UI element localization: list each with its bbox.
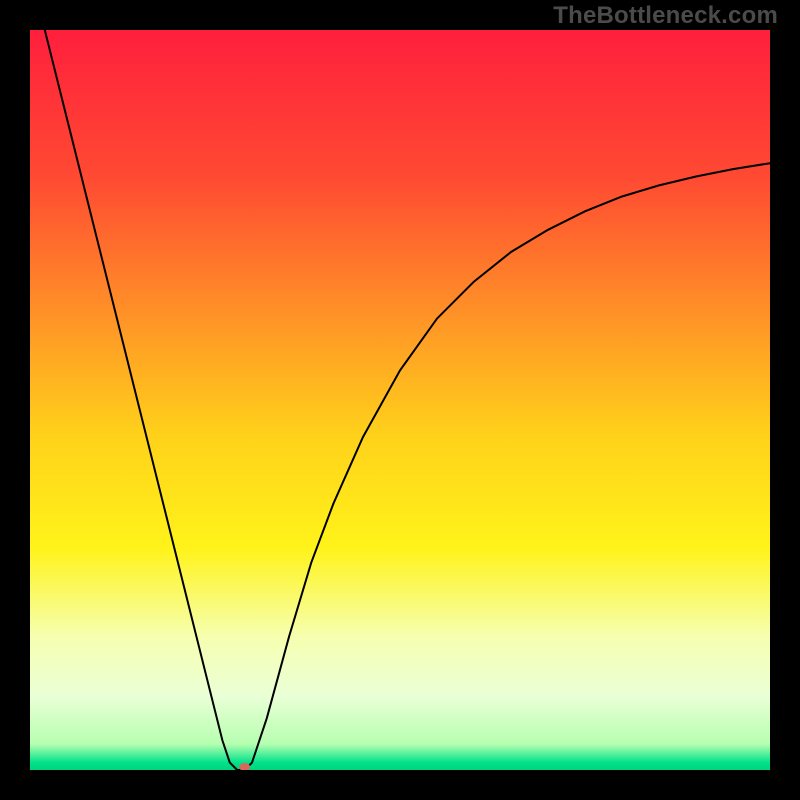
watermark-text: TheBottleneck.com: [553, 2, 778, 30]
chart-frame: TheBottleneck.com: [0, 0, 800, 800]
bottleneck-chart: [30, 30, 770, 770]
gradient-background: [30, 30, 770, 770]
plot-area: [30, 30, 770, 770]
